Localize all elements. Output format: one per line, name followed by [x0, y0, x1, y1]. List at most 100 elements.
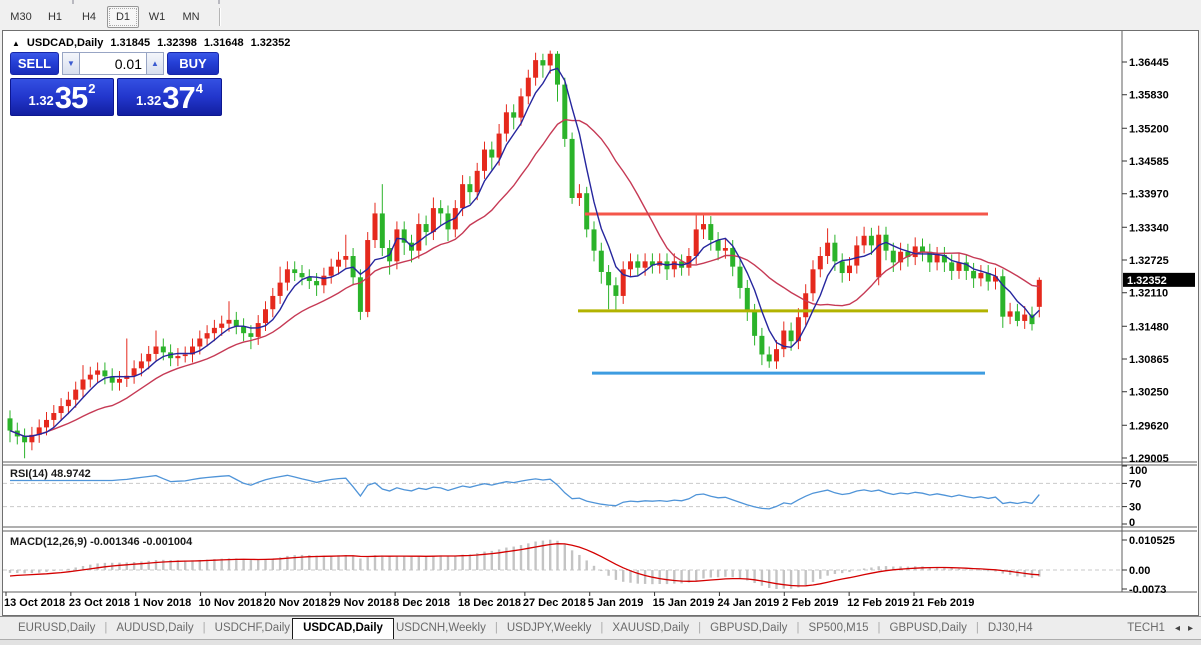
chart-ohlc-header: ▲ USDCAD,Daily 1.31845 1.32398 1.31648 1… — [12, 37, 290, 49]
candle-body — [321, 275, 327, 286]
candle-body — [832, 242, 838, 262]
date-axis-label: 20 Nov 2018 — [263, 597, 327, 609]
volume-increase-button[interactable]: ▲ — [146, 52, 164, 75]
price-axis-label: 1.33340 — [1129, 222, 1169, 234]
date-axis-label: 29 Nov 2018 — [328, 597, 392, 609]
candle-body — [876, 234, 882, 278]
price-axis-label: 1.35200 — [1129, 123, 1169, 135]
candle-body — [817, 256, 823, 270]
candle-body — [847, 265, 852, 274]
candle-body — [752, 311, 758, 336]
rsi-axis-label: 30 — [1129, 502, 1141, 514]
tab-gbpusd-daily[interactable]: GBPUSD,Daily — [888, 622, 969, 634]
tab-xauusd-daily[interactable]: XAUUSD,Daily — [610, 622, 691, 634]
candle-body — [270, 295, 276, 310]
macd-axis-label: 0.00 — [1129, 565, 1150, 577]
candle-body — [803, 293, 809, 318]
tab-usdcnh-weekly[interactable]: USDCNH,Weekly — [394, 622, 488, 634]
tab-usdjpy-weekly[interactable]: USDJPY,Weekly — [505, 622, 594, 634]
candle-body — [204, 333, 210, 339]
tab-usdchf-daily[interactable]: USDCHF,Daily — [213, 622, 292, 634]
tab-dj30-h4[interactable]: DJ30,H4 — [986, 622, 1035, 634]
candle-body — [95, 370, 101, 375]
candle-body — [482, 149, 487, 171]
timeframe-button-h1[interactable]: H1 — [39, 6, 71, 28]
candle-body — [569, 138, 575, 198]
ohlc-close: 1.32352 — [250, 37, 291, 49]
timeframe-button-m30[interactable]: M30 — [5, 6, 37, 28]
candle-body — [394, 229, 400, 262]
timeframe-button-d1[interactable]: D1 — [107, 6, 139, 28]
buy-price-prefix: 1.32 — [135, 93, 162, 108]
tab-gbpusd-daily[interactable]: GBPUSD,Daily — [708, 622, 789, 634]
candle-body — [73, 389, 79, 400]
tab-eurusd-daily[interactable]: EURUSD,Daily — [16, 622, 97, 634]
tab-scroll-right-icon[interactable]: ▸ — [1188, 623, 1193, 634]
sell-price-box[interactable]: 1.32 35 2 — [10, 78, 114, 116]
candle-body — [131, 368, 137, 376]
candle-body — [219, 323, 225, 328]
sell-price-pip: 2 — [88, 81, 96, 96]
rsi-axis-label: 100 — [1129, 465, 1147, 477]
sell-button[interactable]: SELL — [10, 52, 59, 75]
candle-body — [496, 133, 502, 158]
candle-body — [1022, 314, 1028, 321]
candle-body — [839, 261, 845, 274]
chart-window: 1.36445 1.35830 1.35200 1.34585 1.33970 1.333… — [2, 30, 1199, 616]
candle-body — [292, 269, 298, 274]
ohlc-high: 1.32398 — [157, 37, 197, 49]
candle-body — [255, 323, 261, 337]
candle-body — [854, 245, 860, 266]
candle-body — [934, 254, 940, 263]
volume-input[interactable] — [80, 52, 146, 75]
price-axis-label: 1.36445 — [1129, 57, 1169, 69]
volume-decrease-button[interactable]: ▼ — [62, 52, 80, 75]
tab-separator: | — [796, 622, 800, 634]
sell-price-big: 35 — [54, 80, 88, 115]
timeframe-button-w1[interactable]: W1 — [141, 6, 173, 28]
candle-body — [277, 282, 283, 296]
candle-body — [511, 112, 517, 118]
candle-body — [562, 84, 568, 139]
candle-body — [153, 346, 159, 354]
symbol-tab-bar: EURUSD,Daily | AUDUSD,Daily | USDCHF,Daily US… — [0, 616, 1201, 640]
candle-body — [635, 261, 641, 268]
date-axis-label: 1 Nov 2018 — [134, 597, 191, 609]
candle-body — [467, 184, 473, 193]
tab-usdcad-daily[interactable]: USDCAD,Daily — [292, 617, 394, 640]
candle-body — [503, 112, 509, 134]
candle-body — [671, 261, 677, 270]
candle-body — [628, 261, 633, 270]
rsi-axis-label: 0 — [1129, 517, 1135, 529]
rsi-axis-label: 70 — [1129, 478, 1141, 490]
candle-body — [336, 259, 341, 267]
tab-tech1[interactable]: TECH1 — [1125, 622, 1167, 634]
candle-body — [328, 266, 334, 276]
collapse-icon[interactable]: ▲ — [12, 39, 20, 48]
candle-body — [22, 436, 28, 443]
candle-body — [766, 354, 772, 362]
candle-body — [533, 60, 539, 78]
tab-scroll-left-icon[interactable]: ◂ — [1175, 623, 1180, 634]
timeframe-button-h4[interactable]: H4 — [73, 6, 105, 28]
price-axis-label: 1.34585 — [1129, 156, 1169, 168]
tab-audusd-daily[interactable]: AUDUSD,Daily — [114, 622, 195, 634]
candle-body — [226, 319, 232, 324]
buy-button[interactable]: BUY — [167, 52, 219, 75]
ohlc-low: 1.31648 — [203, 37, 244, 49]
candle-body — [233, 319, 239, 327]
buy-price-box[interactable]: 1.32 37 4 — [117, 78, 222, 116]
candle-body — [861, 235, 867, 246]
candle-body — [613, 285, 619, 296]
tab-sp500-m15[interactable]: SP500,M15 — [806, 622, 870, 634]
trading-terminal: M30 H1 H4 D1 W1 MN 1.36445 1.35830 1.35200 1.345… — [0, 0, 1201, 645]
candle-body — [518, 96, 524, 118]
price-axis-label: 1.29620 — [1129, 420, 1169, 432]
candle-body — [730, 248, 736, 267]
candle-body — [642, 261, 648, 268]
candle-body — [263, 309, 268, 324]
candle-body — [890, 250, 896, 263]
chart-canvas: 1.36445 1.35830 1.35200 1.34585 1.33970 1.333… — [3, 31, 1197, 609]
timeframe-button-mn[interactable]: MN — [175, 6, 207, 28]
candle-body — [722, 248, 728, 251]
